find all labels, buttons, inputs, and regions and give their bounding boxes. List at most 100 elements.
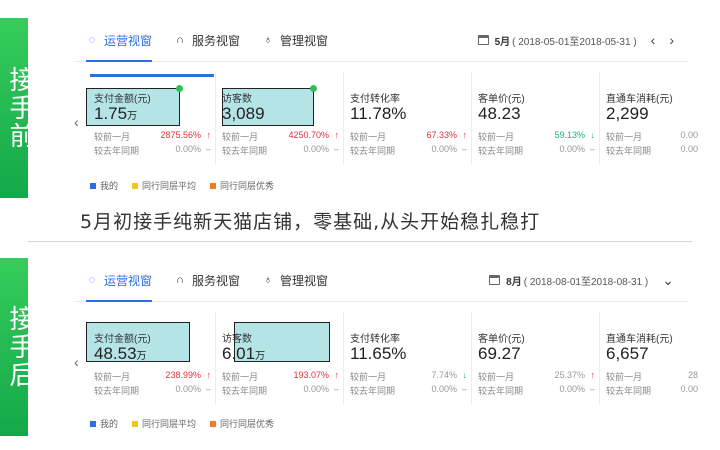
yoy-value: 0.00% (303, 144, 329, 154)
yoy-label: 较去年同期 (350, 386, 396, 396)
yoy-label: 较去年同期 (222, 386, 268, 396)
metric-value: 6,657 (606, 344, 649, 363)
metric-card-payment[interactable]: 支付金额(元) 48.53万 较前一月 238.99% ↑ 较去年同期 0.00% – (90, 312, 216, 404)
metric-card-avg-order[interactable]: 客单价(元) 48.23 较前一月 59.13% ↓ 较去年同期 0.00% – (474, 72, 600, 164)
metric-card-conversion[interactable]: 支付转化率 11.78% 较前一月 67.33% ↑ 较去年同期 0.00% – (346, 72, 472, 164)
mom-label: 较前一月 (350, 372, 387, 382)
medal-icon: ♁ (263, 34, 273, 46)
tab-operations[interactable]: ◌ 运营视窗 (86, 18, 153, 62)
date-range: ( 2018-05-01至2018-05-31 ) (512, 36, 637, 48)
arrow-up-icon: ↑ (206, 130, 212, 140)
metric-name: 支付金额(元) (94, 334, 151, 345)
mom-value: 193.07% (293, 370, 329, 380)
mom-value: 7.74% (431, 370, 457, 380)
metric-value: 1.75万 (94, 104, 138, 123)
legend-item-mine[interactable]: 我的 (90, 179, 118, 192)
dash-icon: – (205, 384, 211, 394)
yoy-label: 较去年同期 (94, 386, 140, 396)
yoy-value: 0.00% (431, 384, 457, 394)
yoy-label: 较去年同期 (94, 146, 140, 156)
date-picker[interactable]: 8月 ( 2018-08-01至2018-08-31 ) ⌄ (489, 258, 674, 302)
metric-name: 访客数 (222, 94, 252, 105)
mom-value: 4250.70% (288, 130, 329, 140)
yoy-label: 较去年同期 (606, 146, 652, 156)
legend-item-peer-excellent[interactable]: 同行同层优秀 (210, 417, 274, 430)
yoy-value: 0.00% (559, 144, 585, 154)
legend-item-peer-excellent[interactable]: 同行同层优秀 (210, 179, 274, 192)
metric-card-avg-order[interactable]: 客单价(元) 69.27 较前一月 25.37% ↑ 较去年同期 0.00% – (474, 312, 600, 404)
legend-item-peer-avg[interactable]: 同行同层平均 (132, 179, 196, 192)
tab-label: 服务视窗 (192, 33, 241, 48)
metric-value: 2,299 (606, 104, 649, 123)
section-divider (28, 241, 692, 242)
yoy-value: 0.00% (303, 384, 329, 394)
metric-name: 客单价(元) (478, 334, 525, 345)
metric-value: 48.23 (478, 104, 521, 123)
metrics-row: 支付金额(元) 48.53万 较前一月 238.99% ↑ 较去年同期 0.00% – … (86, 312, 698, 404)
date-month: 8月 (506, 276, 522, 288)
mom-label: 较前一月 (94, 132, 131, 142)
metric-card-visitors[interactable]: 访客数 6.01万 较前一月 193.07% ↑ 较去年同期 0.00% – (218, 312, 344, 404)
tab-label: 运营视窗 (104, 33, 153, 48)
legend-item-peer-avg[interactable]: 同行同层平均 (132, 417, 196, 430)
dash-icon: – (205, 144, 211, 154)
chart-legend: 我的 同行同层平均 同行同层优秀 (90, 179, 288, 192)
chart-legend: 我的 同行同层平均 同行同层优秀 (90, 417, 288, 430)
mom-value: 2875.56% (160, 130, 201, 140)
chevron-left-icon[interactable]: ‹ (651, 32, 656, 48)
arrow-up-icon: ↑ (590, 370, 596, 380)
before-tab-bar: ◌ 运营视窗 ∩ 服务视窗 ♁ 管理视窗 5月 ( 2018-05-01至201… (74, 18, 688, 62)
dash-icon: – (333, 144, 339, 154)
mom-value: 238.99% (165, 370, 201, 380)
tab-management[interactable]: ♁ 管理视窗 (262, 18, 328, 62)
chevron-left-icon[interactable]: ‹ (74, 354, 79, 370)
chevron-right-icon[interactable]: › (669, 32, 674, 48)
yoy-label: 较去年同期 (606, 386, 652, 396)
mom-value: 67.33% (426, 130, 457, 140)
tab-management[interactable]: ♁ 管理视窗 (262, 258, 328, 302)
chevron-left-icon[interactable]: ‹ (74, 114, 79, 130)
mom-value: 0.00 (680, 130, 698, 140)
tab-operations[interactable]: ◌ 运营视窗 (86, 258, 153, 302)
calendar-icon (489, 275, 501, 285)
yoy-value: 0.00 (680, 384, 698, 394)
shield-icon: ◌ (88, 34, 96, 46)
yoy-value: 0.00 (680, 144, 698, 154)
mom-label: 较前一月 (350, 132, 387, 142)
date-month: 5月 (494, 36, 511, 48)
yoy-label: 较去年同期 (350, 146, 396, 156)
tab-service[interactable]: ∩ 服务视窗 (174, 258, 240, 302)
legend-item-mine[interactable]: 我的 (90, 417, 118, 430)
yoy-label: 较去年同期 (478, 386, 524, 396)
metrics-row: 支付金额(元) 1.75万 较前一月 2875.56% ↑ 较去年同期 0.00% – … (86, 72, 698, 164)
tab-service[interactable]: ∩ 服务视窗 (174, 18, 240, 62)
dash-icon: – (589, 144, 595, 154)
mom-label: 较前一月 (222, 372, 259, 382)
after-dashboard-panel: ◌ 运营视窗 ∩ 服务视窗 ♁ 管理视窗 8月 ( 2018-08-01至201… (28, 258, 698, 438)
metric-value: 11.78% (350, 104, 407, 123)
mom-label: 较前一月 (222, 132, 259, 142)
metric-name: 支付转化率 (350, 334, 400, 345)
metric-card-ad-spend[interactable]: 直通车消耗(元) 2,299 较前一月 0.00 较去年同期 0.00 (602, 72, 702, 164)
metric-card-conversion[interactable]: 支付转化率 11.65% 较前一月 7.74% ↓ 较去年同期 0.00% – (346, 312, 472, 404)
arrow-up-icon: ↑ (334, 130, 340, 140)
tab-label: 运营视窗 (104, 273, 153, 288)
metric-name: 客单价(元) (478, 94, 525, 105)
metric-card-ad-spend[interactable]: 直通车消耗(元) 6,657 较前一月 28 较去年同期 0.00 (602, 312, 702, 404)
yoy-value: 0.00% (175, 144, 201, 154)
arrow-down-icon: ↓ (590, 130, 596, 140)
date-picker[interactable]: 5月 ( 2018-05-01至2018-05-31 ) ‹ › (477, 18, 674, 62)
after-tab-bar: ◌ 运营视窗 ∩ 服务视窗 ♁ 管理视窗 8月 ( 2018-08-01至201… (74, 258, 688, 302)
metric-card-visitors[interactable]: 访客数 3,089 较前一月 4250.70% ↑ 较去年同期 0.00% – (218, 72, 344, 164)
metric-value: 6.01万 (222, 344, 266, 363)
mom-label: 较前一月 (94, 372, 131, 382)
chevron-down-icon[interactable]: ⌄ (662, 272, 674, 289)
tab-label: 服务视窗 (192, 273, 241, 288)
mom-label: 较前一月 (478, 372, 515, 382)
metric-value: 48.53万 (94, 344, 147, 363)
arrow-up-icon: ↑ (462, 130, 468, 140)
mom-label: 较前一月 (606, 372, 643, 382)
mom-value: 28 (687, 370, 698, 380)
medal-icon: ♁ (263, 274, 273, 286)
metric-card-payment[interactable]: 支付金额(元) 1.75万 较前一月 2875.56% ↑ 较去年同期 0.00% – (90, 72, 216, 164)
